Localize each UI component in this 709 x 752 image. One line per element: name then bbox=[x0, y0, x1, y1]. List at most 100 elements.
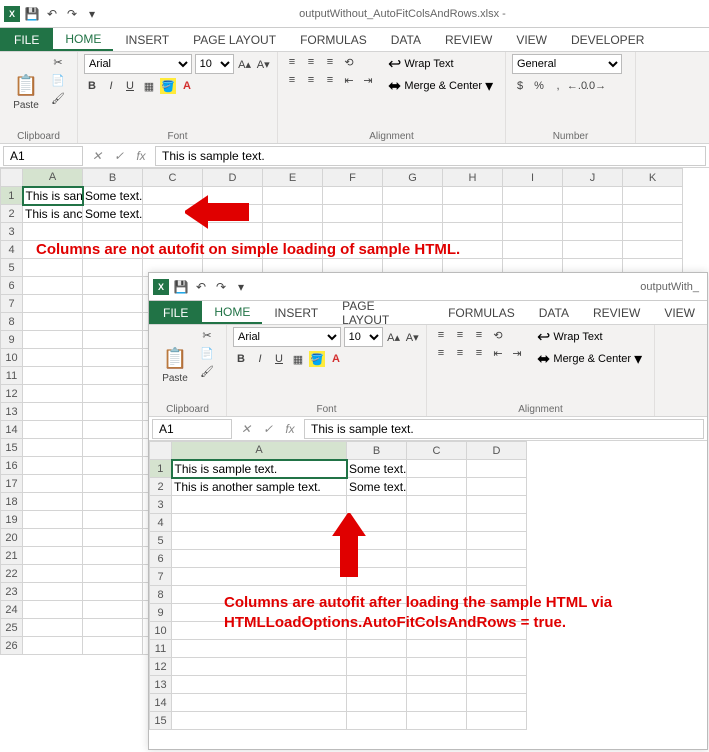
cell-A13[interactable] bbox=[172, 676, 347, 694]
row-header-13[interactable]: 13 bbox=[1, 403, 23, 421]
accept-formula-icon[interactable]: ✓ bbox=[108, 149, 130, 163]
cell-J1[interactable] bbox=[563, 187, 623, 205]
fill-color-button[interactable]: 🪣 bbox=[160, 78, 176, 94]
align-center-icon[interactable]: ≡ bbox=[452, 345, 468, 361]
cell-A3[interactable] bbox=[23, 223, 83, 241]
increase-indent-icon[interactable]: ⇥ bbox=[509, 345, 525, 361]
copy-icon[interactable]: 📄 bbox=[50, 72, 66, 88]
format-painter-icon[interactable]: 🖌 bbox=[50, 90, 66, 106]
cell-A4[interactable] bbox=[172, 514, 347, 532]
cell-A11[interactable] bbox=[172, 640, 347, 658]
cell-B13[interactable] bbox=[83, 403, 143, 421]
format-painter-icon[interactable]: 🖌 bbox=[199, 363, 215, 379]
cancel-formula-icon[interactable]: ✕ bbox=[86, 149, 108, 163]
cell-D11[interactable] bbox=[467, 640, 527, 658]
formula-input[interactable]: This is sample text. bbox=[155, 146, 706, 166]
align-right-icon[interactable]: ≡ bbox=[471, 345, 487, 361]
cell-B1[interactable]: Some text. bbox=[83, 187, 143, 205]
row-header-10[interactable]: 10 bbox=[150, 622, 172, 640]
cell-A8[interactable] bbox=[23, 313, 83, 331]
col-header-A[interactable]: A bbox=[172, 442, 347, 460]
font-size-select[interactable]: 10 bbox=[344, 327, 383, 347]
tab-formulas[interactable]: FORMULAS bbox=[436, 301, 527, 324]
cell-K3[interactable] bbox=[623, 223, 683, 241]
align-bottom-icon[interactable]: ≡ bbox=[322, 54, 338, 70]
tab-view[interactable]: VIEW bbox=[652, 301, 707, 324]
col-header-C[interactable]: C bbox=[407, 442, 467, 460]
underline-button[interactable]: U bbox=[271, 351, 287, 367]
row-header-4[interactable]: 4 bbox=[1, 241, 23, 259]
row-header-25[interactable]: 25 bbox=[1, 619, 23, 637]
cell-D13[interactable] bbox=[467, 676, 527, 694]
tab-developer[interactable]: DEVELOPER bbox=[559, 28, 656, 51]
cell-B21[interactable] bbox=[83, 547, 143, 565]
row-header-5[interactable]: 5 bbox=[150, 532, 172, 550]
cell-C15[interactable] bbox=[407, 712, 467, 730]
cell-H2[interactable] bbox=[443, 205, 503, 223]
undo-icon[interactable]: ↶ bbox=[44, 6, 60, 22]
col-header-B[interactable]: B bbox=[83, 169, 143, 187]
cell-A12[interactable] bbox=[23, 385, 83, 403]
cell-B11[interactable] bbox=[347, 640, 407, 658]
save-icon[interactable]: 💾 bbox=[173, 279, 189, 295]
paste-button[interactable]: 📋 Paste bbox=[155, 327, 195, 402]
cell-B2[interactable]: Some text. bbox=[347, 478, 407, 496]
row-header-4[interactable]: 4 bbox=[150, 514, 172, 532]
cell-B7[interactable] bbox=[83, 295, 143, 313]
row-header-12[interactable]: 12 bbox=[1, 385, 23, 403]
cancel-formula-icon[interactable]: ✕ bbox=[235, 422, 257, 436]
font-color-button[interactable]: A bbox=[328, 351, 344, 367]
orientation-icon[interactable]: ⟲ bbox=[490, 327, 506, 343]
col-header-F[interactable]: F bbox=[323, 169, 383, 187]
orientation-icon[interactable]: ⟲ bbox=[341, 54, 357, 70]
row-header-3[interactable]: 3 bbox=[1, 223, 23, 241]
cut-icon[interactable]: ✂ bbox=[199, 327, 215, 343]
row-header-7[interactable]: 7 bbox=[1, 295, 23, 313]
row-header-23[interactable]: 23 bbox=[1, 583, 23, 601]
accept-formula-icon[interactable]: ✓ bbox=[257, 422, 279, 436]
cell-B12[interactable] bbox=[83, 385, 143, 403]
cell-G2[interactable] bbox=[383, 205, 443, 223]
cell-A21[interactable] bbox=[23, 547, 83, 565]
font-family-select[interactable]: Arial bbox=[233, 327, 341, 347]
wrap-text-button[interactable]: ↩ Wrap Text bbox=[388, 54, 493, 74]
cell-A2[interactable]: This is another sample text. bbox=[172, 478, 347, 496]
align-bottom-icon[interactable]: ≡ bbox=[471, 327, 487, 343]
tab-review[interactable]: REVIEW bbox=[581, 301, 652, 324]
font-family-select[interactable]: Arial bbox=[84, 54, 192, 74]
merge-center-button[interactable]: ⬌ Merge & Center ▾ bbox=[388, 76, 493, 96]
italic-button[interactable]: I bbox=[103, 78, 119, 94]
cell-A16[interactable] bbox=[23, 457, 83, 475]
cell-B10[interactable] bbox=[83, 349, 143, 367]
cell-K2[interactable] bbox=[623, 205, 683, 223]
cell-A18[interactable] bbox=[23, 493, 83, 511]
increase-decimal-icon[interactable]: ←.0 bbox=[569, 78, 585, 94]
cell-A7[interactable] bbox=[23, 295, 83, 313]
col-header-D[interactable]: D bbox=[203, 169, 263, 187]
cell-A7[interactable] bbox=[172, 568, 347, 586]
cell-B5[interactable] bbox=[83, 259, 143, 277]
cell-G1[interactable] bbox=[383, 187, 443, 205]
row-header-2[interactable]: 2 bbox=[1, 205, 23, 223]
cell-A13[interactable] bbox=[23, 403, 83, 421]
cell-C13[interactable] bbox=[407, 676, 467, 694]
cell-I3[interactable] bbox=[503, 223, 563, 241]
cell-C2[interactable] bbox=[407, 478, 467, 496]
cell-B1[interactable]: Some text. bbox=[347, 460, 407, 478]
row-header-1[interactable]: 1 bbox=[150, 460, 172, 478]
row-header-9[interactable]: 9 bbox=[150, 604, 172, 622]
cell-A1[interactable]: This is san bbox=[23, 187, 83, 205]
tab-file[interactable]: FILE bbox=[149, 301, 202, 324]
tab-file[interactable]: FILE bbox=[0, 28, 53, 51]
cell-D4[interactable] bbox=[467, 514, 527, 532]
cell-A15[interactable] bbox=[23, 439, 83, 457]
cell-B22[interactable] bbox=[83, 565, 143, 583]
number-format-select[interactable]: General bbox=[512, 54, 622, 74]
cell-B20[interactable] bbox=[83, 529, 143, 547]
cell-A9[interactable] bbox=[23, 331, 83, 349]
cell-D3[interactable] bbox=[467, 496, 527, 514]
tab-page-layout[interactable]: PAGE LAYOUT bbox=[181, 28, 288, 51]
tab-insert[interactable]: INSERT bbox=[262, 301, 330, 324]
border-button[interactable]: ▦ bbox=[290, 351, 306, 367]
font-size-select[interactable]: 10 bbox=[195, 54, 234, 74]
